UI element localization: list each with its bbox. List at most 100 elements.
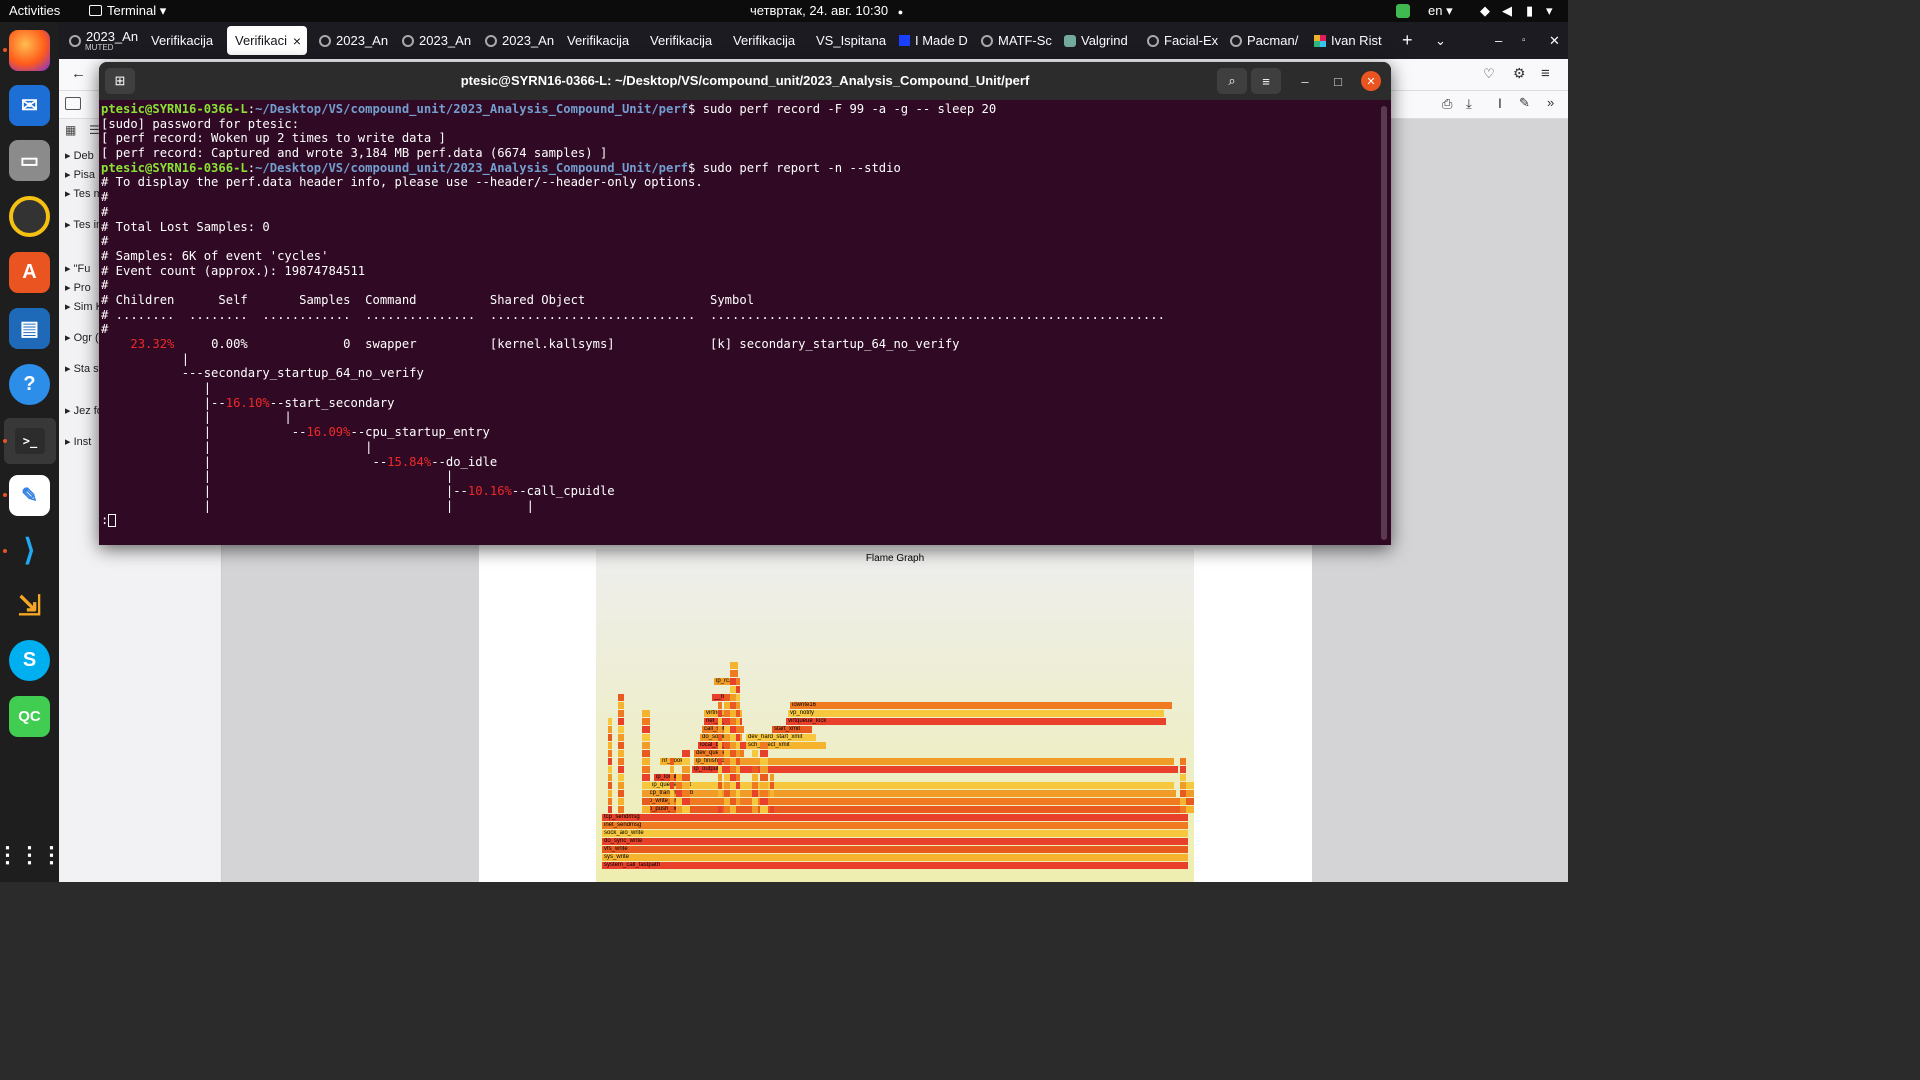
tab-matf[interactable]: MATF-Sc (973, 26, 1053, 55)
search-icon[interactable]: ⌕ (1217, 68, 1247, 94)
firefox-icon[interactable] (9, 30, 50, 71)
flame-frame (736, 718, 740, 725)
ubuntu-software-icon[interactable]: A (9, 252, 50, 293)
restore-icon[interactable]: ▫ (1514, 26, 1534, 55)
flame-frame (618, 718, 624, 725)
flame-frame (618, 782, 624, 789)
close-icon[interactable]: ✕ (1361, 71, 1381, 91)
flame-frame (760, 750, 768, 757)
flame-frame (718, 806, 722, 813)
terminal-dock-slot[interactable]: >_ (4, 418, 56, 464)
output-line: [ perf record: Captured and wrote 3,184 … (101, 146, 608, 161)
outline-item[interactable]: ▸ Pisa (65, 168, 95, 181)
terminal-output[interactable]: ptesic@SYRN16-0366-L: ~/Desktop/VS/compou… (101, 102, 1379, 545)
text-editor-icon[interactable]: ✎ (9, 475, 50, 516)
flame-frame (736, 750, 740, 757)
flame-frame (618, 750, 624, 757)
flame-frame (736, 782, 740, 789)
tab-2023-analysis[interactable]: 2023_An (394, 26, 474, 55)
tab-vs-ispitana[interactable]: VS_Ispitana (808, 26, 888, 55)
tab-2023-analysis[interactable]: 2023_An (477, 26, 557, 55)
outline-item[interactable]: ▸ Pro (65, 281, 91, 294)
flame-frame (642, 710, 650, 717)
qt-creator-icon[interactable]: QC (9, 696, 50, 737)
output-line: # (101, 190, 109, 205)
save-icon[interactable]: ⤓ (1466, 96, 1472, 112)
help-icon[interactable]: ? (9, 364, 50, 405)
close-window-icon[interactable]: ✕ (1541, 26, 1563, 55)
outline-item[interactable]: ▸ "Fu (65, 262, 90, 275)
tab-2023-analysis[interactable]: 2023_An (311, 26, 391, 55)
github-icon (1230, 34, 1242, 47)
flame-frame (718, 790, 722, 797)
outline-item-label: Deb (73, 150, 94, 162)
volume-icon[interactable]: ◀ (1502, 3, 1512, 19)
terminal-header-bar[interactable]: ⊞ ptesic@SYRN16-0366-L: ~/Desktop/VS/com… (99, 62, 1391, 100)
tab-i-made[interactable]: I Made D (891, 26, 971, 55)
writer-icon[interactable]: ▤ (9, 308, 50, 349)
app-menu[interactable]: Terminal ▾ (89, 3, 166, 19)
tab-ivan[interactable]: Ivan Rist (1306, 26, 1386, 55)
tab-2023-analysis[interactable]: 2023_An MUTED (61, 26, 139, 55)
flame-frame: sys_write (602, 854, 1188, 861)
tab-verifikacija-active[interactable]: Verifikaci × (227, 26, 307, 55)
hamburger-menu-icon[interactable]: ≡ (1541, 65, 1550, 82)
thumbnails-icon[interactable]: ▦ (65, 123, 76, 137)
pocket-icon[interactable]: ♡ (1483, 66, 1495, 82)
flame-frame (736, 702, 740, 709)
migration-icon[interactable]: ⇲ (9, 585, 50, 626)
tab-verifikacija[interactable]: Verifikacija (725, 26, 805, 55)
tab-verifikacija[interactable]: Verifikacija (642, 26, 722, 55)
wifi-icon[interactable]: ◆ (1480, 3, 1490, 19)
skype-icon[interactable]: S (9, 640, 50, 681)
pager-prompt-line[interactable]: : (101, 513, 1379, 528)
tab-facial[interactable]: Facial-Ex (1139, 26, 1219, 55)
flame-frame (736, 758, 740, 765)
flame-frame: system_call_fastpath (602, 862, 1188, 869)
tree-symbol: --cpu_startup_entry (350, 425, 490, 440)
flame-frame (608, 806, 612, 813)
back-arrow-icon[interactable]: ← (71, 65, 86, 82)
text-tool-icon[interactable]: I (1498, 95, 1502, 111)
system-menu-chevron-icon[interactable]: ▾ (1546, 3, 1553, 19)
sidebar-toggle-icon[interactable] (65, 97, 81, 110)
tab-verifikacija[interactable]: Verifikacija (143, 26, 223, 55)
tree-line: | |--10.16%--call_cpuidle (101, 484, 1379, 499)
terminal-scrollbar[interactable] (1381, 106, 1387, 540)
terminal-window[interactable]: ⊞ ptesic@SYRN16-0366-L: ~/Desktop/VS/com… (99, 62, 1391, 545)
update-indicator-icon[interactable] (1396, 4, 1410, 18)
outline-item[interactable]: ▸ Deb (65, 149, 94, 162)
minimize-icon[interactable]: – (1487, 26, 1507, 55)
language-selector[interactable]: en ▾ (1428, 3, 1453, 19)
activities-button[interactable]: Activities (9, 3, 60, 18)
extensions-icon[interactable]: ⚙ (1513, 65, 1526, 82)
new-tab-button[interactable]: + (1394, 26, 1418, 55)
close-tab-icon[interactable]: × (293, 33, 301, 49)
vscode-icon[interactable]: ⟩ (9, 530, 50, 571)
flame-frame (736, 766, 740, 773)
bookmark-icon (899, 35, 910, 46)
flame-frame (642, 726, 650, 733)
menu-icon[interactable]: ≡ (1251, 68, 1281, 94)
files-icon[interactable]: ▭ (9, 140, 50, 181)
rhythmbox-icon[interactable] (9, 196, 50, 237)
prompt-path: ~/Desktop/VS/compound_unit/2023_Analysis… (255, 160, 689, 175)
thunderbird-icon[interactable]: ✉ (9, 85, 50, 126)
print-icon[interactable]: ⎙ (1442, 96, 1452, 112)
show-apps-grid-icon[interactable]: ⋮⋮⋮ (0, 834, 63, 875)
list-tabs-chevron-icon[interactable]: ⌄ (1427, 26, 1451, 55)
outline-item[interactable]: ▸ Inst (65, 435, 91, 448)
pager-prompt: : (101, 513, 109, 528)
battery-icon[interactable]: ▮ (1526, 3, 1533, 19)
more-tools-icon[interactable]: » (1547, 95, 1554, 110)
clock[interactable]: четвртак, 24. авг. 10:30 ● (750, 3, 903, 18)
maximize-icon[interactable]: □ (1328, 71, 1348, 91)
minimize-icon[interactable]: – (1295, 71, 1315, 91)
draw-tool-icon[interactable]: ✎ (1519, 95, 1530, 111)
app-menu-label: Terminal (107, 3, 157, 18)
tab-verifikacija[interactable]: Verifikacija (559, 26, 639, 55)
output-line: # (101, 278, 109, 293)
tab-valgrind[interactable]: Valgrind (1056, 26, 1136, 55)
flame-frame (682, 774, 690, 781)
tab-pacman[interactable]: Pacman/ (1222, 26, 1302, 55)
